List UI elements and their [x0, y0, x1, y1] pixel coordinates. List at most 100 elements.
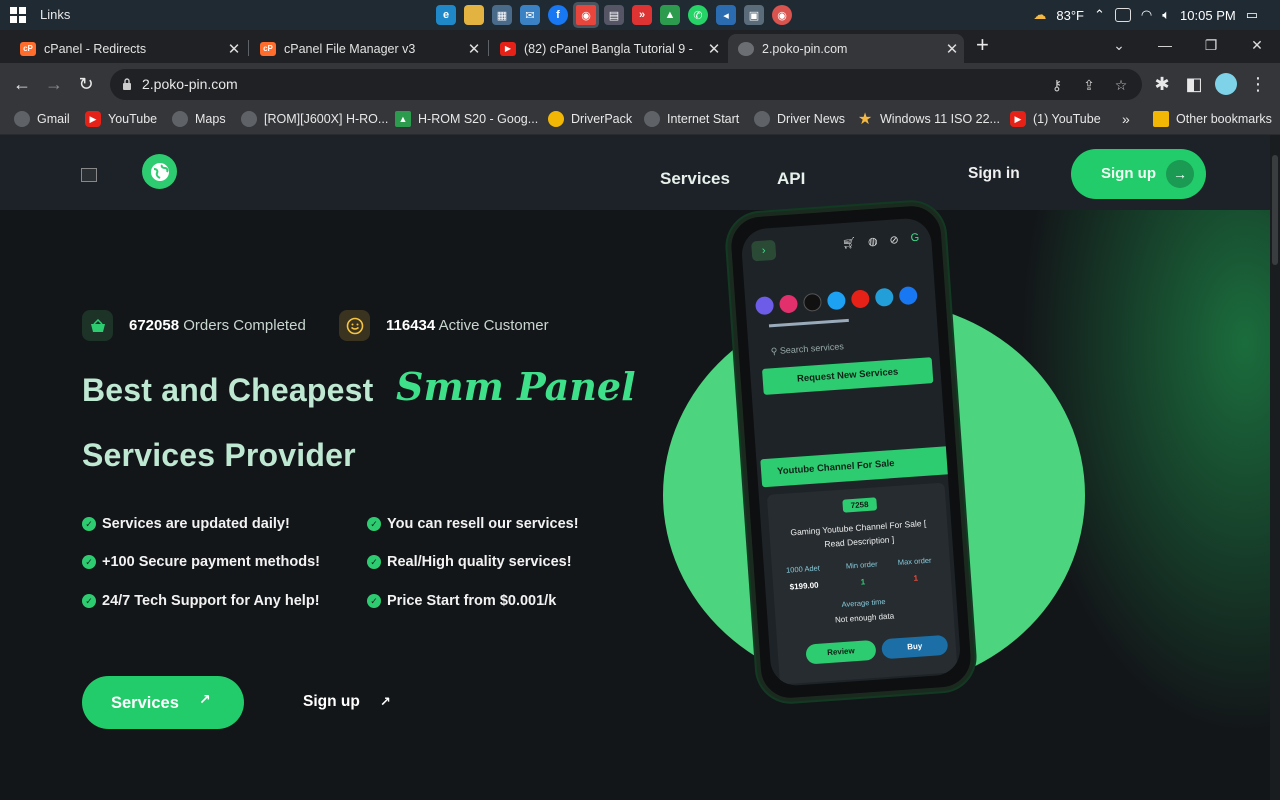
average-time-label: Average time: [841, 596, 886, 610]
close-tab-icon[interactable]: ✕: [702, 40, 726, 58]
mail-icon[interactable]: ✉: [520, 5, 540, 25]
tab-youtube-tutorial[interactable]: ▶ (82) cPanel Bangla Tutorial 9 - Ho ✕: [490, 34, 726, 63]
links-toolbar-label[interactable]: Links: [40, 7, 70, 22]
back-icon[interactable]: ←: [10, 72, 34, 96]
avatar-icon: G: [910, 231, 920, 245]
bookmark-label: Driver News: [777, 112, 846, 126]
weather-temp[interactable]: 83°F: [1056, 8, 1084, 23]
more-bookmarks-label: »: [1122, 111, 1130, 127]
close-tab-icon[interactable]: ✕: [462, 40, 486, 58]
clock[interactable]: 10:05 PM: [1180, 8, 1236, 23]
minimize-icon[interactable]: —: [1142, 30, 1188, 60]
other-bookmarks-folder[interactable]: Other bookmarks: [1153, 111, 1272, 127]
orders-text: 672058 Orders Completed: [129, 317, 306, 334]
photos-icon[interactable]: ▣: [744, 5, 764, 25]
feature-item: ✓ 24/7 Tech Support for Any help!: [82, 593, 320, 609]
address-bar[interactable]: 2.poko-pin.com ⚷ ⇪ ☆: [110, 69, 1142, 100]
bookmark-driver-news[interactable]: Driver News: [754, 111, 845, 127]
page-scrollbar[interactable]: [1270, 135, 1280, 800]
side-panel-icon[interactable]: ◧: [1182, 72, 1206, 96]
close-tab-icon[interactable]: ✕: [940, 40, 964, 58]
more-bookmarks-button[interactable]: »: [1122, 111, 1130, 127]
arrow-up-right-icon: ↗: [199, 691, 211, 707]
service-name: Gaming Youtube Channel For Sale [ Read D…: [790, 517, 927, 550]
chrome-menu-icon[interactable]: ⋮: [1246, 72, 1270, 96]
whatsapp-icon[interactable]: ✆: [688, 5, 708, 25]
profile-avatar[interactable]: [1215, 73, 1237, 95]
media-app-icon[interactable]: ▤: [604, 5, 624, 25]
telegram-icon: [874, 287, 894, 307]
nav-services-link[interactable]: Services: [660, 169, 730, 189]
bookmark-label: Maps: [195, 112, 226, 126]
feature-item: ✓ You can resell our services!: [367, 516, 579, 532]
bookmark-label: H-ROM S20 - Goog...: [418, 112, 539, 126]
globe-icon: [738, 41, 754, 56]
anydesk-icon[interactable]: »: [632, 5, 652, 25]
check-icon: ✓: [367, 517, 381, 531]
folder-icon: [1153, 111, 1169, 127]
site-header: Services API Sign in Sign up →: [0, 135, 1270, 210]
bookmark-hrom-drive[interactable]: ▲ H-ROM S20 - Goog...: [395, 111, 538, 127]
phone-category-banner: Youtube Channel For Sale: [760, 446, 952, 488]
youtube-icon: [850, 289, 870, 309]
network-icon[interactable]: ◠: [1141, 7, 1152, 23]
close-window-icon[interactable]: ✕: [1234, 30, 1280, 60]
language-globe-icon[interactable]: [142, 154, 177, 189]
key-icon[interactable]: ⚷: [1048, 76, 1066, 94]
tiktok-icon: [802, 292, 823, 312]
new-tab-icon[interactable]: +: [976, 32, 989, 58]
customers-label: Active Customer: [438, 317, 549, 334]
tab-cpanel-file-manager[interactable]: cP cPanel File Manager v3 ✕: [250, 34, 486, 63]
lock-icon[interactable]: [122, 78, 132, 90]
edge-icon[interactable]: e: [436, 5, 456, 25]
sign-in-link[interactable]: Sign in: [968, 165, 1020, 183]
extensions-icon[interactable]: ✱: [1150, 72, 1174, 96]
tab-title: 2.poko-pin.com: [762, 41, 848, 56]
stat-orders-completed: 672058 Orders Completed: [82, 310, 306, 341]
broken-logo-image[interactable]: [81, 168, 97, 182]
bookmark-windows-11-iso[interactable]: ★ Windows 11 ISO 22...: [857, 111, 1000, 128]
weather-icon[interactable]: ☁: [1033, 7, 1046, 23]
bookmark-gmail[interactable]: Gmail: [14, 111, 70, 127]
facebook-icon[interactable]: f: [548, 5, 568, 25]
bookmark-youtube-1[interactable]: ▶ (1) YouTube: [1010, 111, 1101, 127]
phone-search-placeholder: Search services: [779, 341, 845, 356]
url-text[interactable]: 2.poko-pin.com: [142, 76, 238, 92]
maximize-icon[interactable]: ❐: [1188, 30, 1234, 60]
phone-mockup: › 🛒︎ ◍ ⊘ G ⚲ Search services Request New…: [725, 199, 977, 705]
bookmark-youtube[interactable]: ▶ YouTube: [85, 111, 157, 127]
tab-search-icon[interactable]: ⌄: [1096, 30, 1142, 60]
chrome-profile-icon[interactable]: ◉: [772, 5, 792, 25]
reload-icon[interactable]: ↻: [74, 72, 98, 96]
windows-start-icon[interactable]: [10, 7, 26, 23]
hero-services-button[interactable]: Services ↗: [82, 676, 244, 729]
tab-poko-pin-active[interactable]: 2.poko-pin.com ✕: [728, 34, 964, 63]
bookmark-internet-start[interactable]: Internet Start: [644, 111, 739, 127]
globe-icon: ◍: [867, 235, 879, 249]
bookmark-hrom-xda[interactable]: [ROM][J600X] H-RO...: [241, 111, 388, 127]
scrollbar-thumb[interactable]: [1272, 155, 1278, 265]
volume-icon[interactable]: 🔈︎: [1162, 7, 1170, 23]
customers-text: 116434 Active Customer: [386, 317, 549, 334]
hero-sign-up-link[interactable]: Sign up ↗: [303, 693, 391, 711]
notification-icon[interactable]: ▭: [1246, 7, 1258, 23]
bookmark-maps[interactable]: Maps: [172, 111, 226, 127]
google-drive-icon[interactable]: ▲: [660, 5, 680, 25]
share-icon[interactable]: ⇪: [1080, 76, 1098, 94]
check-icon: ✓: [367, 594, 381, 608]
tray-app-icon[interactable]: [1114, 8, 1131, 22]
store-icon[interactable]: ▦: [492, 5, 512, 25]
tab-cpanel-redirects[interactable]: cP cPanel - Redirects ✕: [10, 34, 246, 63]
chevron-up-icon[interactable]: ⌃: [1094, 7, 1105, 23]
bookmark-star-icon[interactable]: ☆: [1112, 76, 1130, 94]
bookmark-driverpack[interactable]: DriverPack: [548, 111, 632, 127]
remote-desktop-icon[interactable]: ◂: [716, 5, 736, 25]
header-sign-up-button[interactable]: Sign up →: [1071, 149, 1206, 199]
close-tab-icon[interactable]: ✕: [222, 40, 246, 58]
forward-icon[interactable]: →: [42, 72, 66, 96]
chrome-icon[interactable]: ◉: [576, 5, 596, 25]
file-explorer-icon[interactable]: [464, 5, 484, 25]
hero-title-line-1: Best and Cheapest: [82, 372, 374, 408]
nav-api-link[interactable]: API: [777, 169, 805, 189]
max-order-label: Max order: [897, 555, 932, 567]
